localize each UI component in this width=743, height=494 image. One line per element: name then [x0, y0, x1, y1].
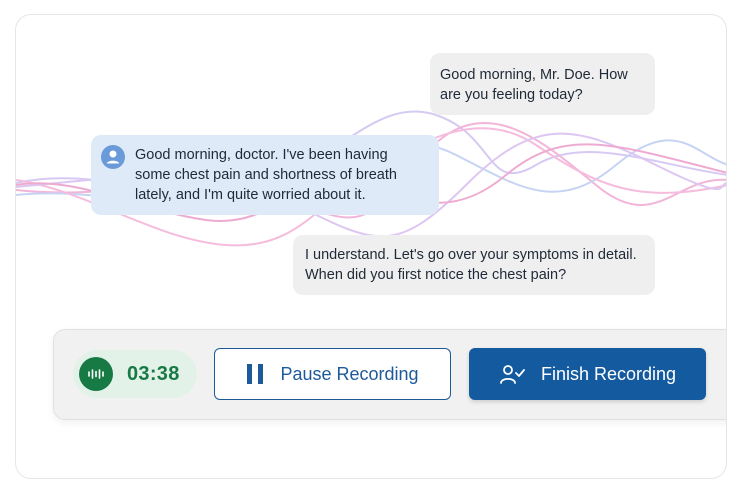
recording-controls-bar: 03:38 Pause Recording Finish Recording — [53, 329, 726, 420]
patient-message-bubble: Good morning, doctor. I've been having s… — [91, 135, 439, 215]
finish-recording-button[interactable]: Finish Recording — [469, 348, 706, 400]
message-text: Good morning, doctor. I've been having s… — [135, 147, 397, 203]
recording-timer: 03:38 — [73, 350, 197, 398]
pause-recording-button[interactable]: Pause Recording — [214, 348, 451, 400]
message-text: Good morning, Mr. Doe. How are you feeli… — [440, 67, 628, 103]
conversation-card: Good morning, Mr. Doe. How are you feeli… — [15, 14, 727, 479]
audio-waveform-icon — [79, 357, 113, 391]
user-check-icon — [499, 363, 525, 385]
finish-recording-label: Finish Recording — [540, 363, 677, 384]
message-text: I understand. Let's go over your symptom… — [305, 247, 637, 283]
user-avatar-icon — [101, 145, 125, 169]
timer-value: 03:38 — [127, 363, 180, 385]
doctor-message-bubble: I understand. Let's go over your symptom… — [293, 235, 655, 295]
pause-recording-label: Pause Recording — [280, 363, 419, 384]
doctor-message-bubble: Good morning, Mr. Doe. How are you feeli… — [430, 53, 655, 115]
pause-icon — [246, 363, 264, 385]
